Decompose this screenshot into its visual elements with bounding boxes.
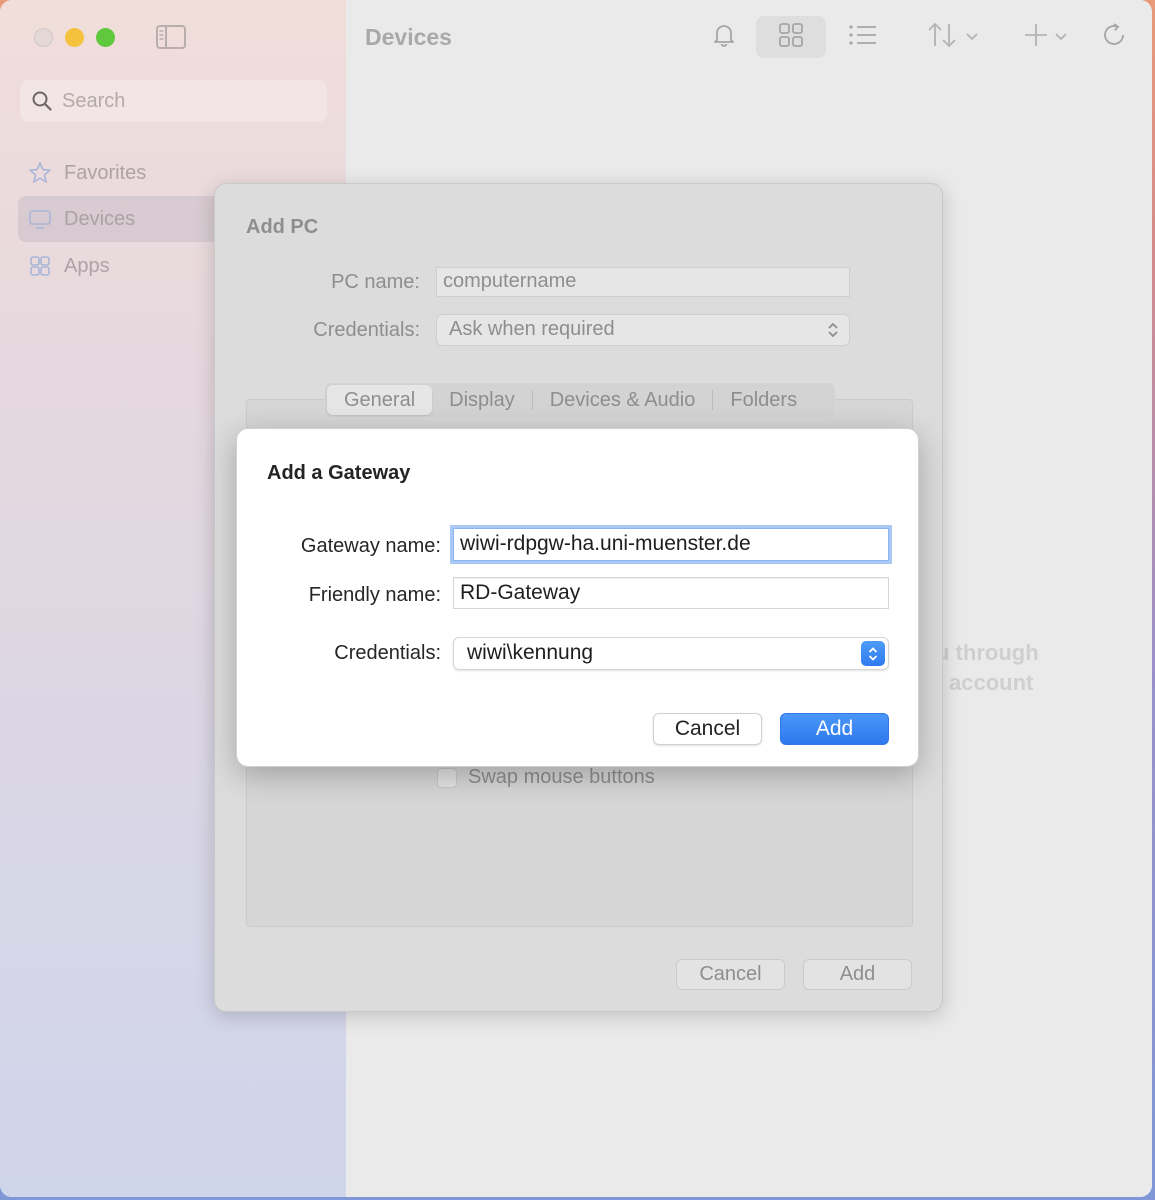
updown-chevron-icon (827, 321, 839, 345)
gateway-credentials-label: Credentials: (334, 642, 441, 664)
updown-chevron-icon (861, 641, 885, 666)
grid-icon (778, 22, 804, 53)
friendly-name-field[interactable]: RD-Gateway (453, 577, 889, 609)
sheet-cancel-button[interactable]: Cancel (676, 959, 785, 990)
apps-icon (28, 254, 52, 278)
pc-name-label: PC name: (331, 271, 420, 293)
empty-state-text: account (949, 670, 1034, 695)
bell-icon (711, 22, 737, 53)
refresh-icon (1101, 22, 1127, 53)
credentials-select[interactable]: Ask when required (436, 314, 850, 346)
refresh-button[interactable] (1098, 16, 1130, 58)
tab-folders[interactable]: Folders (713, 385, 814, 415)
credentials-value: Ask when required (449, 318, 615, 340)
chevron-down-icon (1055, 28, 1067, 46)
tab-general[interactable]: General (327, 385, 433, 415)
dialog-title: Add a Gateway (267, 462, 411, 484)
monitor-icon (28, 207, 52, 231)
grid-view-button[interactable] (756, 16, 826, 58)
sidebar-item-label: Apps (64, 254, 110, 277)
gateway-credentials-value: wiwi\kennung (467, 641, 594, 664)
swap-mouse-row[interactable]: Swap mouse buttons (437, 766, 655, 789)
tab-display[interactable]: Display (432, 385, 532, 415)
cancel-button[interactable]: Cancel (653, 713, 762, 745)
sidebar-item-label: Favorites (64, 161, 147, 184)
plus-icon (1023, 22, 1049, 53)
star-icon (28, 161, 52, 185)
search-placeholder: Search (62, 90, 126, 112)
list-view-button[interactable] (844, 16, 882, 58)
chevron-down-icon (966, 28, 978, 46)
tab-bar: General Display Devices & Audio Folders (325, 383, 835, 417)
sort-arrows-icon (926, 21, 960, 54)
page-title: Devices (365, 24, 452, 50)
add-gateway-dialog: Add a Gateway Gateway name: wiwi-rdpgw-h… (236, 428, 919, 767)
add-menu-button[interactable] (1018, 16, 1072, 58)
swap-mouse-checkbox[interactable] (437, 767, 457, 788)
notifications-button[interactable] (706, 16, 742, 58)
pc-name-field[interactable]: computername (436, 267, 850, 297)
sidebar-toggle-icon[interactable] (156, 25, 186, 49)
list-icon (848, 23, 878, 52)
credentials-label: Credentials: (313, 319, 420, 341)
window-minimize-button[interactable] (65, 28, 84, 47)
search-icon (32, 91, 52, 116)
gateway-name-label: Gateway name: (300, 535, 441, 557)
empty-state-text: u through (936, 640, 1039, 665)
window-zoom-button[interactable] (96, 28, 115, 47)
gateway-name-field[interactable]: wiwi-rdpgw-ha.uni-muenster.de (453, 528, 889, 561)
sort-button[interactable] (921, 16, 983, 58)
app-window: Search Favorites Devices Apps Devices u … (0, 0, 1152, 1197)
gateway-credentials-select[interactable]: wiwi\kennung (453, 637, 889, 670)
sheet-add-button[interactable]: Add (803, 959, 912, 990)
sheet-title: Add PC (246, 216, 319, 238)
swap-mouse-label: Swap mouse buttons (468, 766, 655, 788)
tab-devices-audio[interactable]: Devices & Audio (533, 385, 713, 415)
friendly-name-label: Friendly name: (308, 584, 441, 606)
add-button[interactable]: Add (780, 713, 889, 745)
sidebar-item-label: Devices (64, 207, 136, 230)
search-field[interactable]: Search (20, 80, 327, 122)
window-close-button[interactable] (34, 28, 53, 47)
